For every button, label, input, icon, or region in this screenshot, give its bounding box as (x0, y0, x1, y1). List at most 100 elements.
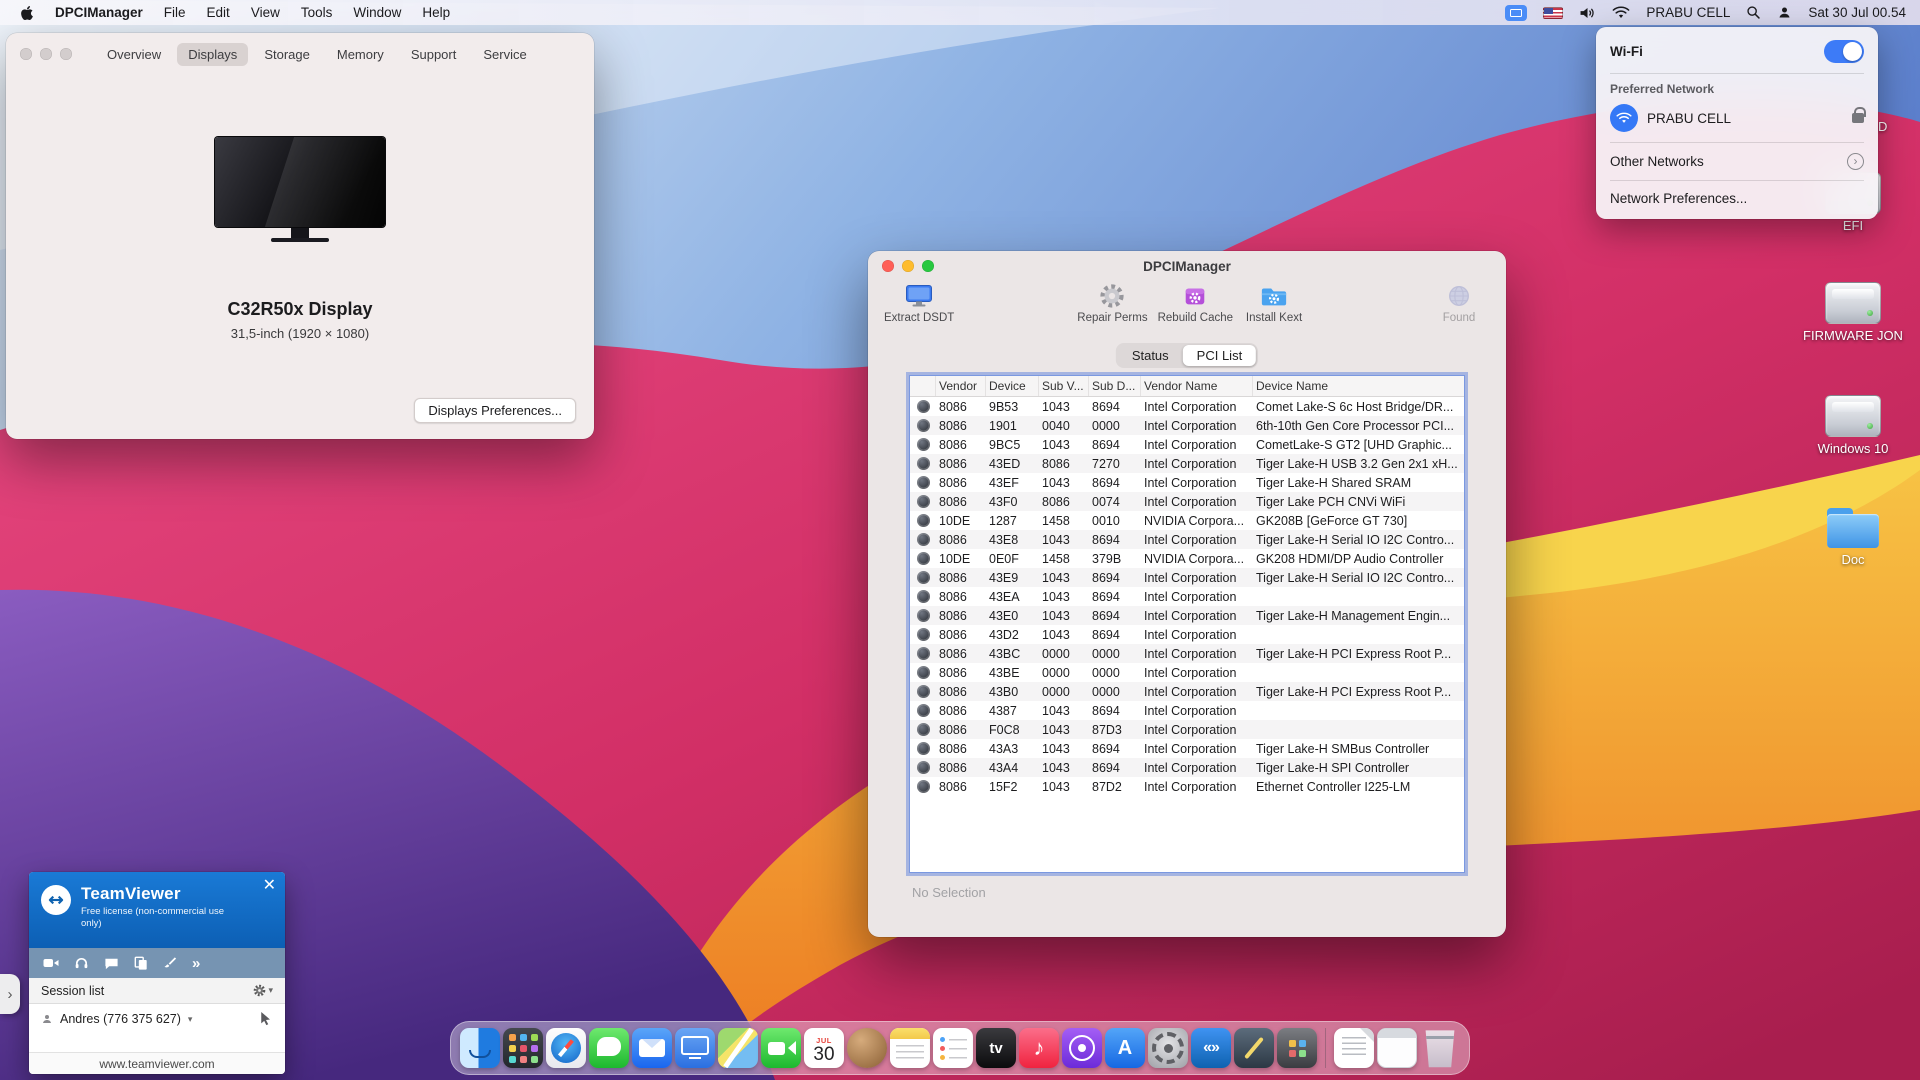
pci-table-row[interactable]: 808643EF10438694Intel CorporationTiger L… (910, 473, 1464, 492)
pci-table-row[interactable]: 808643D210438694Intel Corporation (910, 625, 1464, 644)
dock-item-sphere[interactable] (847, 1028, 887, 1068)
zoom-button[interactable] (60, 48, 72, 60)
pci-table-row[interactable]: 808643EA10438694Intel Corporation (910, 587, 1464, 606)
tab-overview[interactable]: Overview (96, 43, 172, 66)
session-settings-gear-icon[interactable]: ▾ (253, 984, 273, 997)
tab-storage[interactable]: Storage (253, 43, 321, 66)
dock-item-settings[interactable] (1148, 1028, 1188, 1068)
desktop-icon-windows-10[interactable]: Windows 10 (1798, 395, 1908, 456)
brush-icon[interactable] (163, 956, 177, 970)
pci-table-row[interactable]: 808643E810438694Intel CorporationTiger L… (910, 530, 1464, 549)
pci-table-row[interactable]: 808643F080860074Intel CorporationTiger L… (910, 492, 1464, 511)
menu-edit[interactable]: Edit (207, 5, 230, 20)
dock-item-window[interactable] (1377, 1028, 1417, 1068)
pci-table-row[interactable]: 808643E910438694Intel CorporationTiger L… (910, 568, 1464, 587)
repair-perms-button[interactable]: Repair Perms (1077, 283, 1147, 324)
wifi-network-name[interactable]: PRABU CELL (1646, 5, 1730, 20)
wifi-icon[interactable] (1612, 6, 1630, 19)
dock-item-trash[interactable] (1420, 1028, 1460, 1068)
active-app-menu[interactable]: DPCIManager (55, 5, 143, 20)
chat-icon[interactable] (104, 956, 119, 970)
pci-table-row[interactable]: 808643A310438694Intel CorporationTiger L… (910, 739, 1464, 758)
menu-window[interactable]: Window (353, 5, 401, 20)
tab-status[interactable]: Status (1118, 345, 1183, 366)
dock-item-podcasts[interactable] (1062, 1028, 1102, 1068)
other-networks-item[interactable]: Other Networks › (1596, 149, 1878, 174)
minimize-button[interactable] (40, 48, 52, 60)
desktop-icon-doc[interactable]: Doc (1798, 506, 1908, 567)
menu-help[interactable]: Help (422, 5, 450, 20)
dock-item-tv[interactable] (976, 1028, 1016, 1068)
dock-item-launchpad[interactable] (503, 1028, 543, 1068)
pci-table-row[interactable]: 808643ED80867270Intel CorporationTiger L… (910, 454, 1464, 473)
pci-table-row[interactable]: 808643BC00000000Intel CorporationTiger L… (910, 644, 1464, 663)
headset-icon[interactable] (74, 956, 89, 970)
close-button[interactable] (20, 48, 32, 60)
menu-view[interactable]: View (251, 5, 280, 20)
dock-item-tools[interactable] (1234, 1028, 1274, 1068)
column-header-vendor-name[interactable]: Vendor Name (1141, 376, 1253, 396)
dock-item-maps[interactable] (718, 1028, 758, 1068)
pci-table-row[interactable]: 808643A410438694Intel CorporationTiger L… (910, 758, 1464, 777)
menu-tools[interactable]: Tools (301, 5, 333, 20)
video-call-icon[interactable] (43, 956, 59, 970)
dock-item-messages[interactable] (589, 1028, 629, 1068)
wifi-network-item[interactable]: PRABU CELL (1596, 100, 1878, 136)
rebuild-cache-button[interactable]: Rebuild Cache (1158, 283, 1233, 324)
pci-table-row[interactable]: 8086438710438694Intel Corporation (910, 701, 1464, 720)
pci-table-row[interactable]: 10DE128714580010NVIDIA Corpora...GK208B … (910, 511, 1464, 530)
menu-file[interactable]: File (164, 5, 186, 20)
pci-table-row[interactable]: 808643E010438694Intel CorporationTiger L… (910, 606, 1464, 625)
dock-item-facetime[interactable] (761, 1028, 801, 1068)
apple-menu-icon[interactable] (20, 5, 34, 21)
panel-collapse-handle[interactable]: › (0, 974, 20, 1014)
menu-bar-clock[interactable]: Sat 30 Jul 00.54 (1808, 5, 1906, 20)
pci-table-row[interactable]: 80869B5310438694Intel CorporationComet L… (910, 397, 1464, 416)
copy-icon[interactable] (134, 956, 148, 970)
wifi-toggle[interactable] (1824, 40, 1864, 63)
pci-table-row[interactable]: 8086F0C8104387D3Intel Corporation (910, 720, 1464, 739)
dock-item-finder[interactable] (460, 1028, 500, 1068)
session-list-header[interactable]: Session list ▾ (29, 978, 285, 1004)
tab-service[interactable]: Service (472, 43, 537, 66)
remote-cursor-icon[interactable] (260, 1012, 273, 1026)
dock-item-plugins[interactable] (1277, 1028, 1317, 1068)
displays-preferences-button[interactable]: Displays Preferences... (414, 398, 576, 423)
dock-item-reminders[interactable] (933, 1028, 973, 1068)
tab-support[interactable]: Support (400, 43, 468, 66)
network-preferences-item[interactable]: Network Preferences... (1596, 187, 1878, 210)
extract-dsdt-button[interactable]: Extract DSDT (884, 283, 954, 324)
dock-item-music[interactable] (1019, 1028, 1059, 1068)
dock-item-appstore[interactable] (1105, 1028, 1145, 1068)
fast-user-switching-icon[interactable] (1777, 5, 1792, 20)
tab-pci-list[interactable]: PCI List (1183, 345, 1257, 366)
dock-item-document[interactable] (1334, 1028, 1374, 1068)
dock-item-calendar[interactable]: JUL30 (804, 1028, 844, 1068)
install-kext-button[interactable]: Install Kext (1243, 283, 1305, 324)
dock-item-displays[interactable] (675, 1028, 715, 1068)
dock-item-teamviewer[interactable] (1191, 1028, 1231, 1068)
input-source-flag-icon[interactable] (1543, 7, 1563, 19)
display-status-icon[interactable] (1505, 5, 1527, 21)
close-icon[interactable]: ✕ (263, 878, 276, 894)
tab-memory[interactable]: Memory (326, 43, 395, 66)
column-header-device-name[interactable]: Device Name (1253, 376, 1464, 396)
pci-table-row[interactable]: 808615F2104387D2Intel CorporationEtherne… (910, 777, 1464, 796)
desktop-icon-firmware-jon[interactable]: FIRMWARE JON (1798, 282, 1908, 343)
dock-item-notes[interactable] (890, 1028, 930, 1068)
volume-icon[interactable] (1579, 6, 1596, 20)
pci-table-row[interactable]: 8086190100400000Intel Corporation6th-10t… (910, 416, 1464, 435)
pci-table-row[interactable]: 10DE0E0F1458379BNVIDIA Corpora...GK208 H… (910, 549, 1464, 568)
tab-displays[interactable]: Displays (177, 43, 248, 66)
session-contact-row[interactable]: Andres (776 375 627) ▾ (29, 1004, 285, 1034)
dock-item-mail[interactable] (632, 1028, 672, 1068)
column-header-vendor[interactable]: Vendor (936, 376, 986, 396)
spotlight-search-icon[interactable] (1746, 5, 1761, 20)
more-icon[interactable]: » (192, 955, 198, 972)
column-header-sub-device[interactable]: Sub D... (1089, 376, 1141, 396)
pci-table-row[interactable]: 808643B000000000Intel CorporationTiger L… (910, 682, 1464, 701)
pci-table-row[interactable]: 808643BE00000000Intel Corporation (910, 663, 1464, 682)
dock-item-safari[interactable] (546, 1028, 586, 1068)
teamviewer-website-link[interactable]: www.teamviewer.com (29, 1052, 285, 1074)
pci-table-row[interactable]: 80869BC510438694Intel CorporationCometLa… (910, 435, 1464, 454)
